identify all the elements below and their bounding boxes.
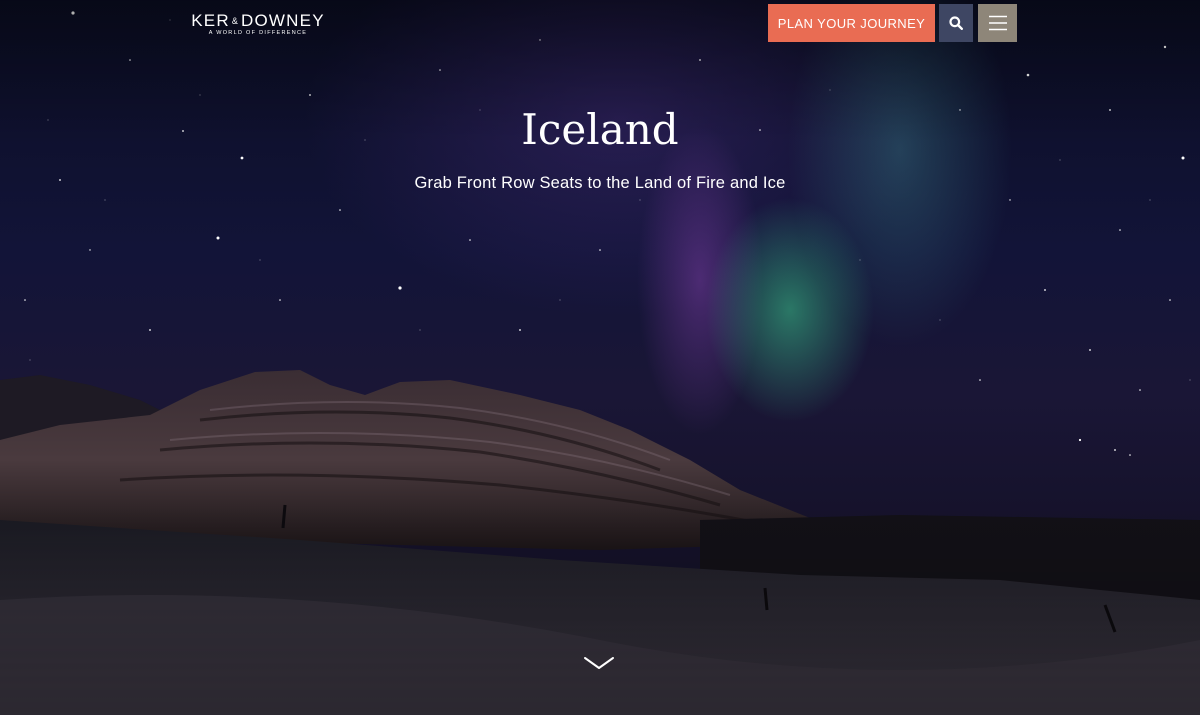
hero-section: KER & DOWNEY A WORLD OF DIFFERENCE PLAN YO… (0, 0, 1200, 715)
scroll-down-button[interactable] (582, 652, 616, 674)
menu-button[interactable] (978, 4, 1017, 42)
logo-ampersand: & (231, 16, 240, 26)
logo-name-left: KER (191, 11, 230, 30)
ker-downey-logo[interactable]: KER & DOWNEY A WORLD OF DIFFERENCE (181, 12, 335, 37)
logo-wordmark: KER & DOWNEY (181, 12, 335, 30)
search-icon (949, 16, 963, 30)
hero-subtitle: Grab Front Row Seats to the Land of Fire… (414, 174, 786, 192)
plan-your-journey-button[interactable]: PLAN YOUR JOURNEY (768, 4, 935, 42)
logo-tagline: A WORLD OF DIFFERENCE (208, 30, 308, 36)
page-title: Iceland (521, 105, 679, 154)
logo-name-right: DOWNEY (241, 11, 325, 30)
chevron-down-icon (584, 657, 614, 669)
hamburger-menu-icon (988, 15, 1007, 31)
search-button[interactable] (939, 4, 973, 42)
